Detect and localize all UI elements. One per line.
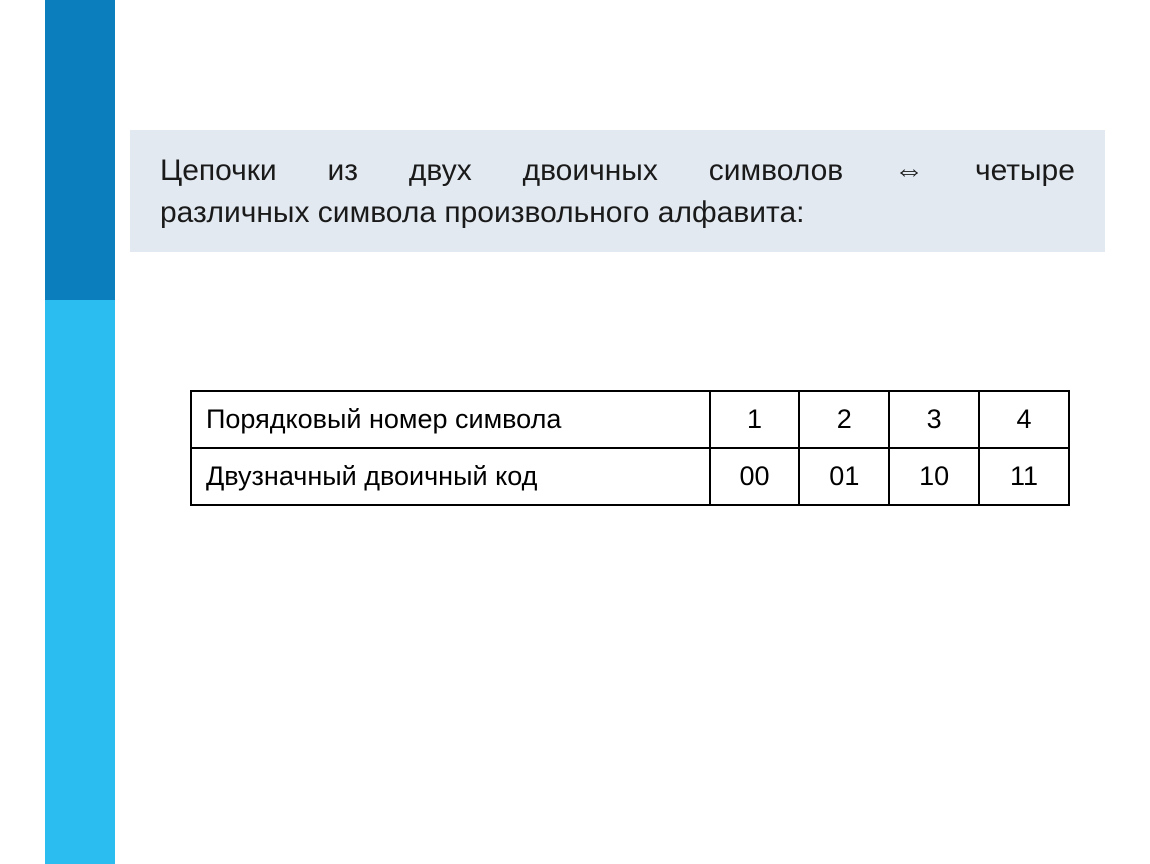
header-box: Цепочки из двух двоичных символов ⇔ четы… xyxy=(130,130,1105,252)
table-cell: 1 xyxy=(710,391,800,448)
table-cell: 3 xyxy=(889,391,979,448)
binary-code-table: Порядковый номер символа 1 2 3 4 Двузнач… xyxy=(190,390,1070,506)
table-row: Порядковый номер символа 1 2 3 4 xyxy=(191,391,1069,448)
header-word: двоичных xyxy=(523,150,658,192)
header-line1: Цепочки из двух двоичных символов ⇔ четы… xyxy=(160,150,1075,192)
sidebar-accent-top xyxy=(45,0,115,300)
table-row: Двузначный двоичный код 00 01 10 11 xyxy=(191,448,1069,505)
header-word: четыре xyxy=(975,150,1075,192)
table-cell: 4 xyxy=(979,391,1069,448)
sidebar-accent-bottom xyxy=(45,300,115,864)
header-word: символов xyxy=(709,150,843,192)
table-cell: 10 xyxy=(889,448,979,505)
header-word: двух xyxy=(409,150,472,192)
header-text: Цепочки из двух двоичных символов ⇔ четы… xyxy=(160,150,1075,234)
row-label: Двузначный двоичный код xyxy=(191,448,710,505)
header-word: из xyxy=(328,150,359,192)
table-cell: 01 xyxy=(799,448,889,505)
table-cell: 2 xyxy=(799,391,889,448)
table-cell: 00 xyxy=(710,448,800,505)
header-word: Цепочки xyxy=(160,150,277,192)
row-label: Порядковый номер символа xyxy=(191,391,710,448)
table-cell: 11 xyxy=(979,448,1069,505)
double-arrow-icon: ⇔ xyxy=(894,150,924,192)
header-line2: различных символа произвольного алфавита… xyxy=(160,192,1075,234)
